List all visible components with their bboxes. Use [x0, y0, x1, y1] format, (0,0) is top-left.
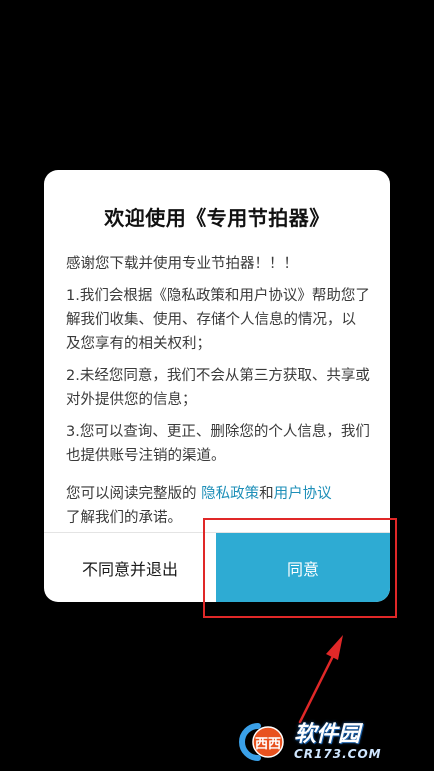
user-agreement-link[interactable]: 用户协议 — [274, 486, 332, 502]
watermark-text: 软件园 CR173.COM — [294, 722, 382, 762]
watermark-url: CR173.COM — [294, 747, 382, 761]
notice-suffix: 了解我们的承诺。 — [66, 510, 182, 526]
annotation-highlight-box — [203, 518, 397, 618]
privacy-policy-link[interactable]: 隐私政策 — [201, 486, 259, 502]
dialog-body: 感谢您下载并使用专业节拍器！！！ 1.我们会根据《隐私政策和用户协议》帮助您了解… — [66, 252, 370, 538]
watermark: 西西 软件园 CR173.COM — [232, 720, 418, 764]
point-item: 2.未经您同意，我们不会从第三方获取、共享或对外提供您的信息； — [66, 368, 370, 408]
cr173-logo-icon: 西西 — [239, 723, 284, 761]
notice-prefix: 您可以阅读完整版的 — [66, 486, 202, 502]
logo-text: 西西 — [255, 737, 281, 752]
decline-and-exit-button[interactable]: 不同意并退出 — [44, 533, 216, 602]
dialog-title: 欢迎使用《专用节拍器》 — [104, 206, 330, 230]
watermark-brand: 软件园 — [294, 722, 361, 747]
notice-conjunction: 和 — [259, 486, 274, 502]
intro-text: 感谢您下载并使用专业节拍器！！！ — [66, 256, 298, 272]
point-item: 1.我们会根据《隐私政策和用户协议》帮助您了解我们收集、使用、存储个人信息的情况… — [66, 288, 370, 352]
point-item: 3.您可以查询、更正、删除您的个人信息，我们也提供账号注销的渠道。 — [66, 424, 370, 464]
